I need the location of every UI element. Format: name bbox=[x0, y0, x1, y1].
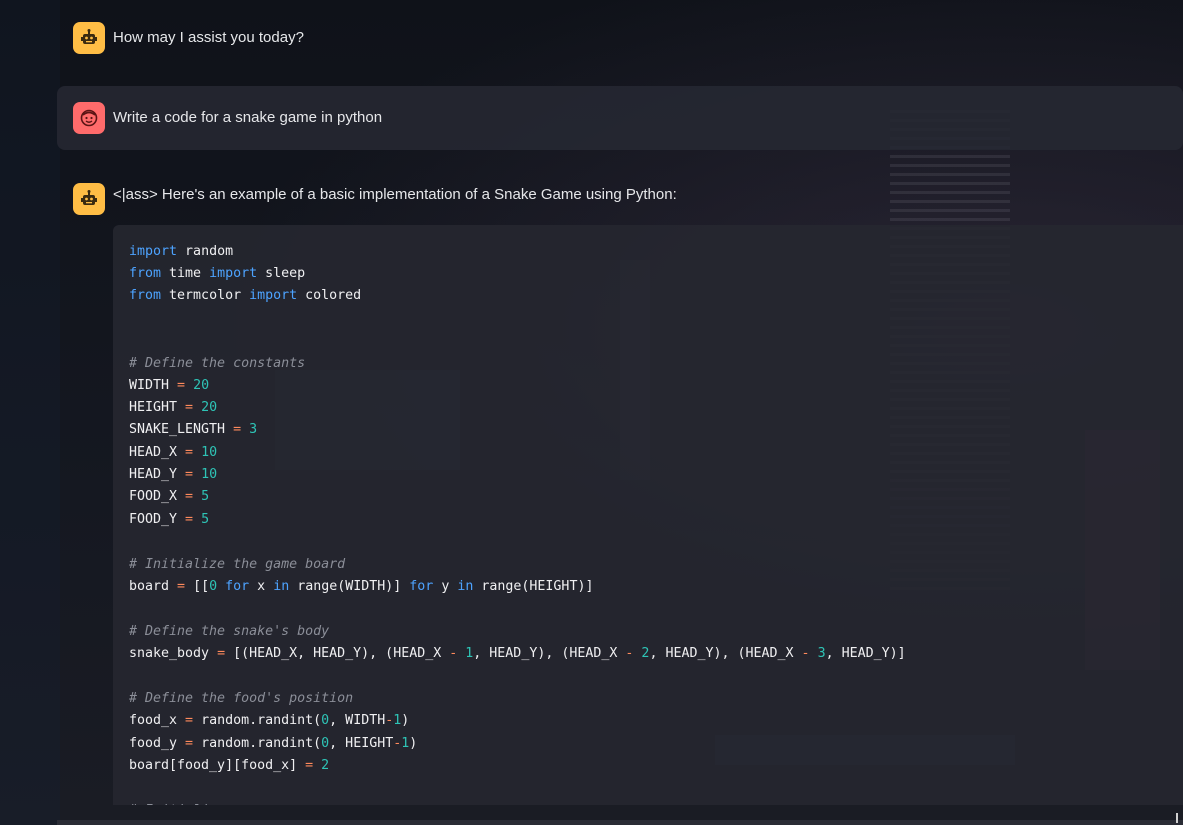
code-line: snake_body = [(HEAD_X, HEAD_Y), (HEAD_X … bbox=[129, 646, 906, 661]
chat-message-user: Write a code for a snake game in python bbox=[57, 86, 1183, 150]
code-line: board = [[0 for x in range(WIDTH)] for y… bbox=[129, 579, 594, 594]
code-line: board[food_y][food_x] = 2 bbox=[129, 758, 330, 773]
robot-icon bbox=[73, 22, 105, 54]
chat-message-assistant: How may I assist you today? bbox=[73, 22, 304, 54]
code-line: from time import sleep bbox=[129, 266, 306, 281]
code-line: # Define the constants bbox=[129, 356, 306, 371]
robot-icon bbox=[73, 183, 105, 215]
code-line: HEAD_Y = 10 bbox=[129, 467, 218, 482]
chat-message-assistant: <|ass> Here's an example of a basic impl… bbox=[73, 183, 677, 215]
text-cursor-icon bbox=[1176, 813, 1178, 823]
code-line: FOOD_X = 5 bbox=[129, 489, 210, 504]
code-line: SNAKE_LENGTH = 3 bbox=[129, 422, 258, 437]
smiley-face-icon bbox=[73, 102, 105, 134]
code-line: # Initialize bbox=[129, 802, 225, 805]
code-line: food_x = random.randint(0, WIDTH-1) bbox=[129, 713, 410, 728]
horizontal-scrollbar[interactable] bbox=[57, 820, 1183, 825]
code-line: WIDTH = 20 bbox=[129, 378, 210, 393]
code-block[interactable]: import random from time import sleep from … bbox=[113, 225, 1183, 805]
code-line: import random bbox=[129, 244, 234, 259]
code-line: # Initialize the game board bbox=[129, 557, 346, 572]
code-line: HEIGHT = 20 bbox=[129, 400, 218, 415]
code-line: food_y = random.randint(0, HEIGHT-1) bbox=[129, 736, 418, 751]
code-line: from termcolor import colored bbox=[129, 288, 362, 303]
message-text: How may I assist you today? bbox=[113, 29, 304, 46]
code-line: FOOD_Y = 5 bbox=[129, 512, 210, 527]
message-text: Write a code for a snake game in python bbox=[113, 109, 383, 126]
code-line: # Define the food's position bbox=[129, 691, 354, 706]
code-line: # Define the snake's body bbox=[129, 624, 330, 639]
message-text: <|ass> Here's an example of a basic impl… bbox=[113, 186, 677, 203]
code-line: HEAD_X = 10 bbox=[129, 445, 218, 460]
